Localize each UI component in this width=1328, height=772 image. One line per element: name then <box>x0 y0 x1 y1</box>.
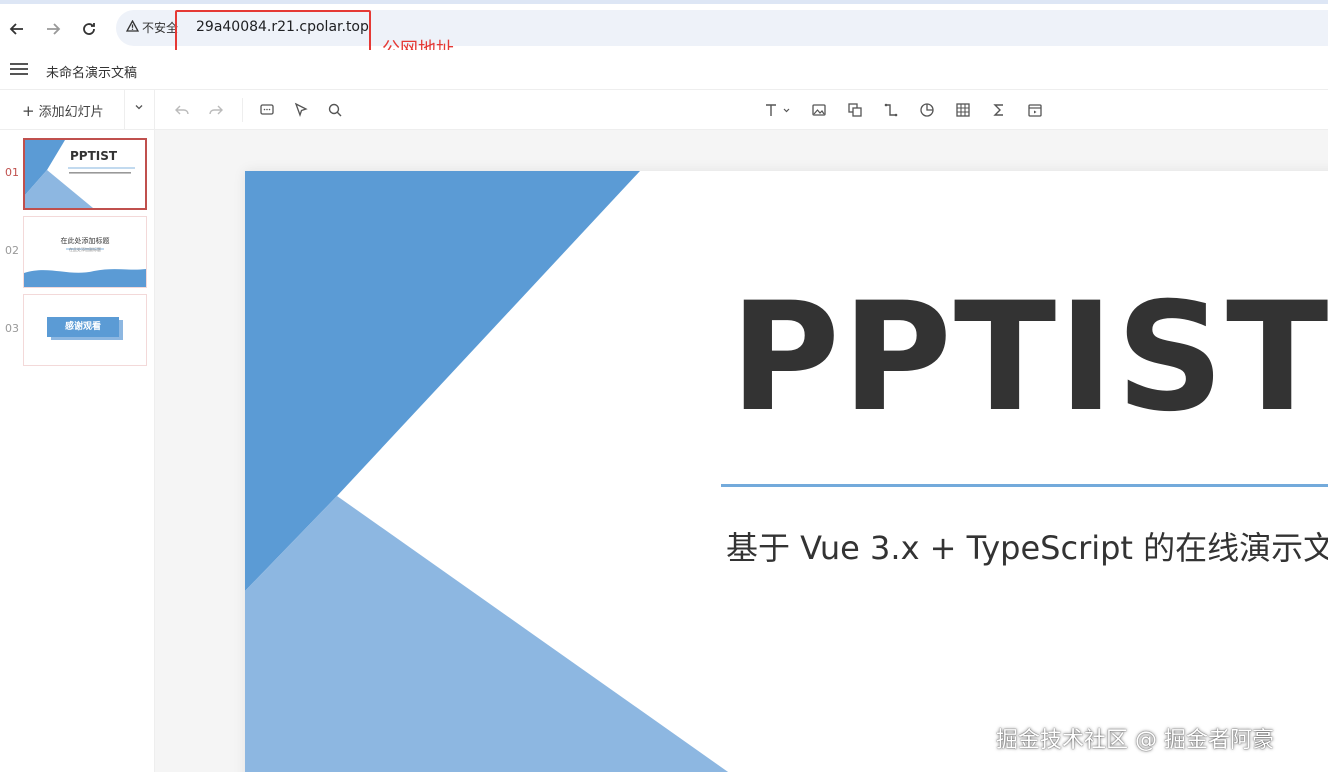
reload-icon[interactable] <box>77 17 101 41</box>
watermark: 掘金技术社区 @ 掘金者阿豪 <box>996 728 1274 753</box>
divider <box>242 98 243 122</box>
security-indicator[interactable]: 不安全 <box>125 19 179 36</box>
title-divider-line[interactable] <box>721 484 1328 487</box>
slide-thumbnail[interactable]: 感谢观看 <box>23 294 147 366</box>
document-title[interactable]: 未命名演示文稿 <box>46 62 137 81</box>
thumbnail-title: 在此处添加标题 <box>60 237 110 245</box>
slide-thumbnail-row[interactable]: 01 PPTIST <box>0 138 155 210</box>
add-slide-label: 添加幻灯片 <box>38 105 104 120</box>
plus-icon: + <box>22 101 35 120</box>
slide-index: 02 <box>5 244 19 257</box>
back-icon[interactable] <box>5 17 29 41</box>
browser-bar: 不安全 29a40084.r21.cpolar.top 公网地址 <box>0 0 1328 62</box>
thumbnail-subtitle: 在此处添加副标题 <box>69 247 101 252</box>
warning-icon <box>125 19 140 35</box>
slide-canvas-area[interactable]: PPTIST 基于 Vue 3.x + TypeScript 的在线演示文稿 <box>155 130 1328 772</box>
slide-thumbnail-sidebar: 01 PPTIST 02 在此处添加标题 在此处添加副标题 03 感谢观看 <box>0 130 155 772</box>
slide-thumbnail[interactable]: PPTIST <box>23 138 147 210</box>
comment-icon[interactable] <box>258 101 276 119</box>
current-slide[interactable]: PPTIST 基于 Vue 3.x + TypeScript 的在线演示文稿 <box>245 171 1328 772</box>
redo-icon[interactable] <box>207 101 225 119</box>
insert-text-icon[interactable] <box>763 101 793 119</box>
security-label: 不安全 <box>142 21 179 35</box>
zoom-search-icon[interactable] <box>326 101 344 119</box>
insert-media-icon[interactable] <box>1026 101 1044 119</box>
add-slide-dropdown-icon[interactable] <box>134 102 144 115</box>
divider <box>154 90 155 130</box>
undo-icon[interactable] <box>173 101 191 119</box>
slide-thumbnail-row[interactable]: 02 在此处添加标题 在此处添加副标题 <box>0 216 155 288</box>
hamburger-menu-icon[interactable] <box>10 60 28 78</box>
insert-image-icon[interactable] <box>810 101 828 119</box>
slide-index: 03 <box>5 322 19 335</box>
divider <box>124 90 125 130</box>
add-slide-button[interactable]: + 添加幻灯片 <box>22 101 104 121</box>
slide-title[interactable]: PPTIST <box>730 271 1328 445</box>
insert-formula-icon[interactable] <box>990 101 1008 119</box>
slide-subtitle[interactable]: 基于 Vue 3.x + TypeScript 的在线演示文稿 <box>726 523 1328 569</box>
thumbnail-title: PPTIST <box>70 149 118 163</box>
app-header: 未命名演示文稿 <box>0 50 1328 90</box>
insert-shape-icon[interactable] <box>846 101 864 119</box>
insert-line-icon[interactable] <box>882 101 900 119</box>
insert-chart-icon[interactable] <box>918 101 936 119</box>
forward-icon[interactable] <box>41 17 65 41</box>
thumbnail-title: 感谢观看 <box>47 317 119 337</box>
editor-toolbar: + 添加幻灯片 <box>0 90 1328 130</box>
slide-index: 01 <box>5 166 19 179</box>
slide-thumbnail[interactable]: 在此处添加标题 在此处添加副标题 <box>23 216 147 288</box>
slide-thumbnail-row[interactable]: 03 感谢观看 <box>0 294 155 366</box>
select-pointer-icon[interactable] <box>292 101 310 119</box>
slide-background-shapes <box>245 171 729 772</box>
insert-table-icon[interactable] <box>954 101 972 119</box>
